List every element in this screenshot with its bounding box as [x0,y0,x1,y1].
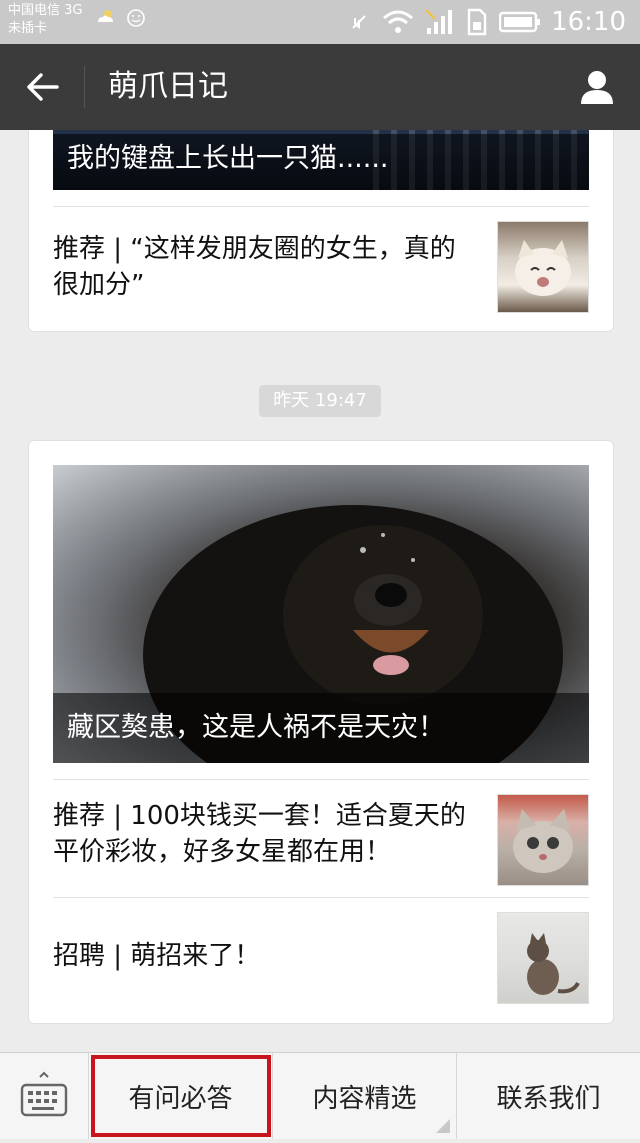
title-bar: 萌爪日记 [0,44,640,130]
back-button[interactable] [16,62,68,112]
submenu-indicator-icon [436,1119,450,1133]
menu-qa-button[interactable]: 有问必答 [89,1053,273,1139]
status-icons: 16:10 [347,6,626,38]
wifi-icon [383,10,414,33]
status-bar: 中国电信 3G 未插卡 16:10 [0,0,640,44]
article-list-item[interactable]: 推荐 | “这样发朋友圈的女生，真的很加分” [53,206,589,329]
signal-icon [425,9,453,34]
person-icon [581,71,613,104]
menu-label: 联系我们 [496,1083,601,1114]
grey-kitten-photo [497,794,589,886]
article-list-item[interactable]: 招聘 | 萌招来了！ [53,897,589,1018]
crying-kitten-photo [497,221,589,313]
article-cover[interactable]: 藏区獒患，这是人祸不是天灾！ [53,465,589,763]
back-arrow-icon [27,73,59,101]
smiley-icon [127,9,145,27]
cover-caption: 我的键盘上长出一只猫...... [53,134,589,190]
article-title: 推荐 | “这样发朋友圈的女生，真的很加分” [53,234,456,300]
menu-featured-button[interactable]: 内容精选 [273,1053,457,1139]
article-title: 招聘 | 萌招来了！ [53,941,261,971]
silent-mode-icon [352,15,366,29]
message-feed[interactable]: 我的键盘上长出一只猫...... 推荐 | “这样发朋友圈的女生，真的很加分” … [0,130,640,1052]
profile-button[interactable] [572,62,622,112]
weather-icon [98,10,113,22]
menu-label: 有问必答 [128,1083,233,1114]
carrier-name: 中国电信 3G [8,3,83,18]
carrier-info: 中国电信 3G 未插卡 [8,2,82,38]
menu-contact-button[interactable]: 联系我们 [457,1053,640,1139]
bottom-menu-bar: 有问必答 内容精选 联系我们 [0,1052,640,1139]
title-divider [84,66,85,108]
sim-icon [467,8,487,36]
article-card: 藏区獒患，这是人祸不是天灾！ 推荐 | 100块钱买一套！适合夏天的平价彩妆，好… [28,440,614,1024]
page-title: 萌爪日记 [108,69,228,104]
message-timestamp: 昨天 19:47 [259,385,381,417]
article-title: 推荐 | 100块钱买一套！适合夏天的平价彩妆，好多女星都在用！ [53,801,466,867]
battery-icon [499,11,541,33]
article-card: 我的键盘上长出一只猫...... 推荐 | “这样发朋友圈的女生，真的很加分” [28,130,614,332]
clock: 16:10 [551,7,626,37]
sim-status: 未插卡 [8,21,48,36]
cover-caption: 藏区獒患，这是人祸不是天灾！ [53,693,589,763]
menu-label: 内容精选 [312,1083,417,1114]
sitting-cat-photo [497,912,589,1004]
keyboard-icon [20,1071,68,1117]
article-cover[interactable]: 我的键盘上长出一只猫...... [53,130,589,190]
article-list-item[interactable]: 推荐 | 100块钱买一套！适合夏天的平价彩妆，好多女星都在用！ [53,779,589,898]
keyboard-toggle-button[interactable] [0,1053,89,1139]
